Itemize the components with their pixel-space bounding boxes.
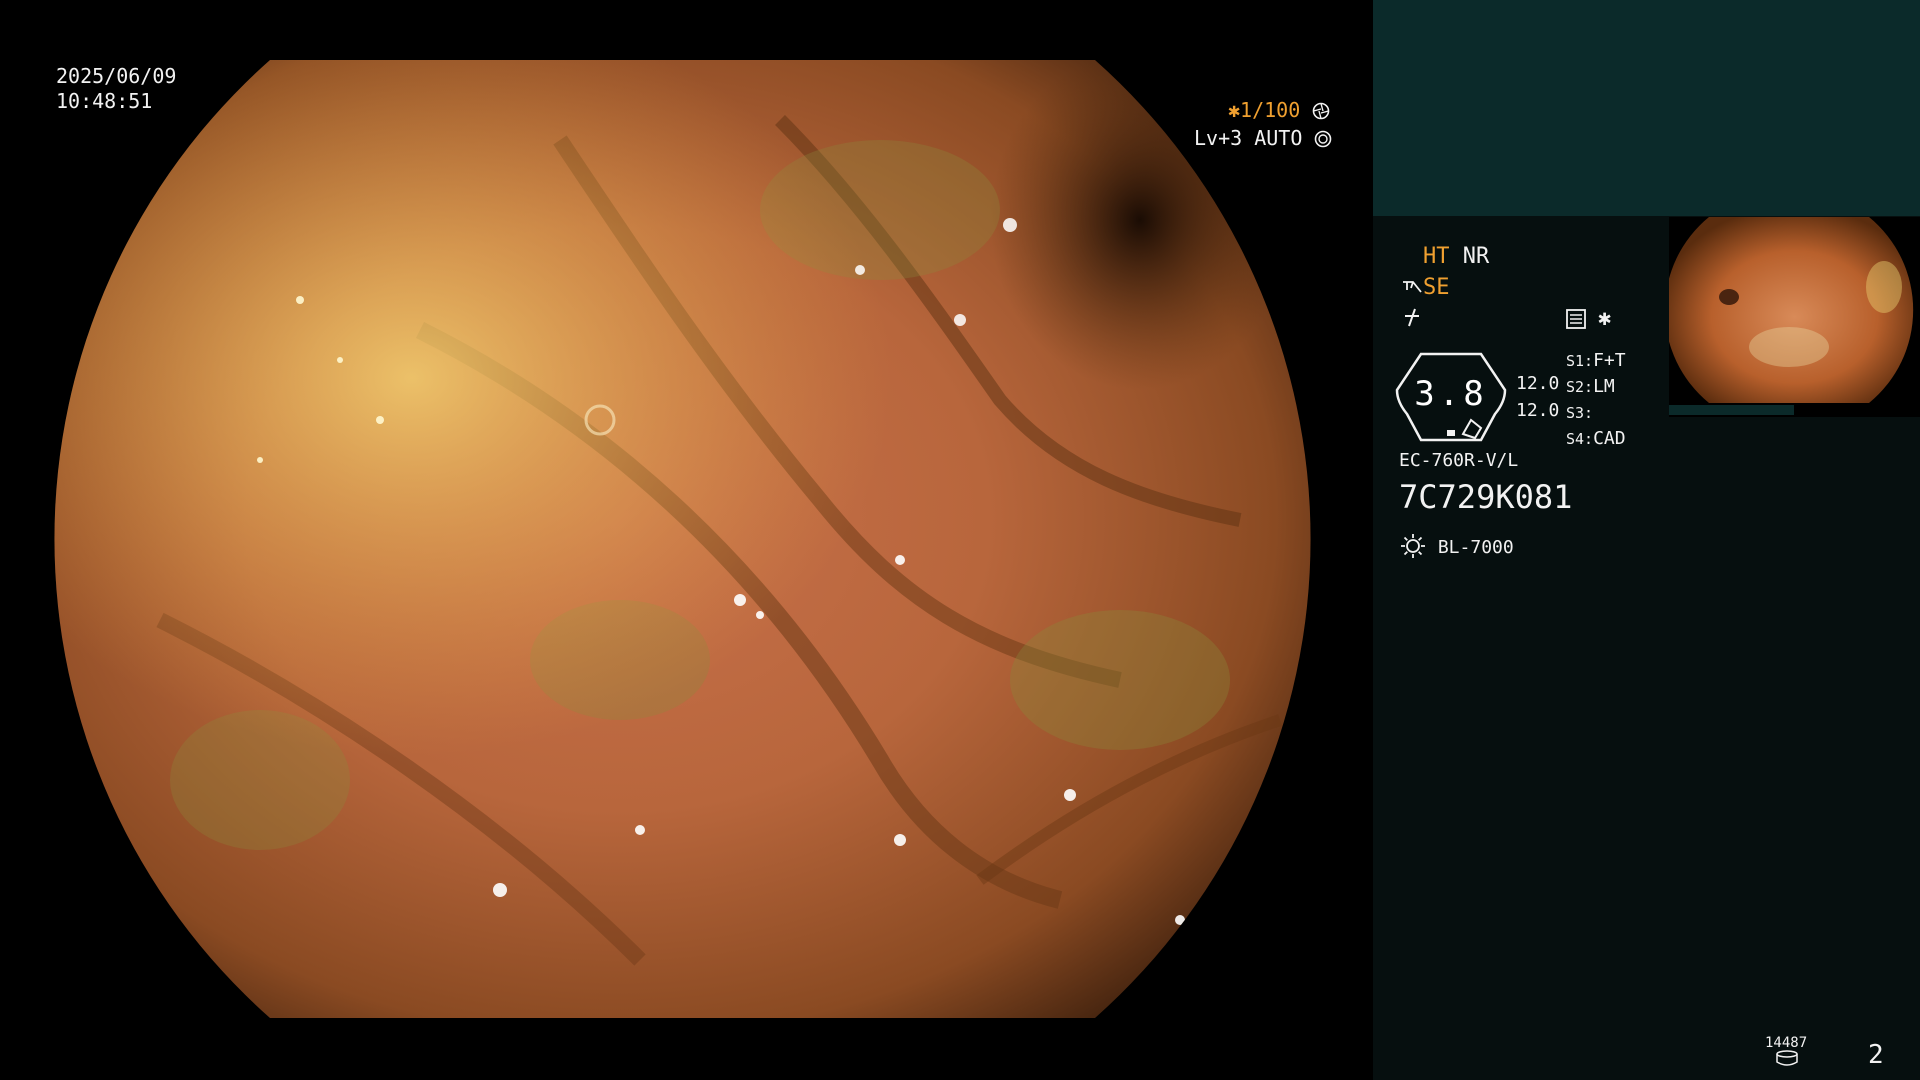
endoscopic-image <box>54 60 1311 1018</box>
switch-row: S4:CAD <box>1566 428 1626 449</box>
thumbnail-image[interactable] <box>1669 217 1920 417</box>
page-number: 2 <box>1868 1040 1884 1070</box>
scope-serial: 7C729K081 <box>1399 478 1573 516</box>
shutter-indicator: ✱1/100 <box>1228 98 1330 123</box>
magnification-value: 3.8 <box>1414 374 1488 414</box>
mag-bottom-value: 12.0 <box>1516 400 1560 421</box>
shutter-value: ✱1/100 <box>1228 98 1301 122</box>
freeze-icon <box>1405 308 1419 327</box>
se-label: SE <box>1423 275 1450 300</box>
ht-label: HT <box>1423 244 1450 269</box>
image-mode-row: HT NR <box>1423 244 1489 270</box>
structure-enhance-icon <box>1403 281 1422 293</box>
se-row: SE <box>1401 275 1450 301</box>
date-label: 2025/06/09 <box>56 64 177 88</box>
nr-label: NR <box>1462 244 1490 269</box>
switch-row: S2:LM <box>1566 376 1615 397</box>
exposure-value: Lv+3 AUTO <box>1194 126 1303 150</box>
exposure-indicator: Lv+3 AUTO <box>1194 126 1332 151</box>
switch-row: S3: <box>1566 404 1594 422</box>
time-label: 10:48:51 <box>56 89 153 113</box>
color-mode-icon <box>1566 309 1586 329</box>
light-source-icon <box>1401 534 1425 558</box>
iris-icon <box>1315 130 1332 148</box>
status-panel: HT NR SE ✱ 3.8 12.0 12.0 S1:F+T S2:LM S3… <box>1373 0 1920 1080</box>
storage-icon <box>1776 1050 1798 1066</box>
switch-list: S1:F+T S2:LM S3: S4:CAD <box>1566 348 1626 452</box>
thumbnail-preview <box>1669 217 1914 403</box>
thumbnail-bar <box>1669 405 1794 415</box>
switch-row: S1:F+T <box>1566 350 1626 371</box>
scope-model: EC-760R-V/L <box>1399 450 1519 471</box>
light-source-label: BL-7000 <box>1437 537 1514 558</box>
aperture-icon <box>1312 102 1330 120</box>
mag-top-value: 12.0 <box>1516 373 1560 394</box>
panel-header-area <box>1373 0 1920 216</box>
light-source-row: BL-7000 <box>1399 532 1514 561</box>
endoscope-view: 2025/06/09 10:48:51 ✱1/100 Lv+3 AUTO <box>0 0 1372 1080</box>
star-indicator: ✱ <box>1598 306 1612 331</box>
